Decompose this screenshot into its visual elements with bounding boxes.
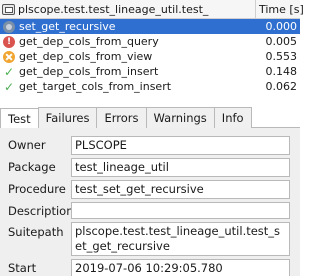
table-row[interactable]: ✓ get_target_cols_from_insert 0.062 [0, 79, 300, 94]
tab-errors[interactable]: Errors [96, 107, 147, 128]
test-name: set_get_recursive [19, 20, 116, 33]
test-time: 0.062 [265, 80, 298, 93]
results-rows: set_get_recursive 0.000 ! get_dep_cols_f… [0, 19, 300, 94]
package-label: Package [8, 160, 56, 174]
error-icon: ! [3, 35, 15, 48]
description-field[interactable] [71, 202, 290, 219]
description-label: Description [8, 204, 74, 218]
suitepath-field[interactable]: plscope.test.test_lineage_util.test_set_… [71, 222, 290, 256]
tab-failures[interactable]: Failures [37, 107, 98, 128]
test-name: get_dep_cols_from_query [19, 35, 159, 48]
table-row[interactable]: get_dep_cols_from_view 0.553 [0, 49, 300, 64]
success-icon: ✓ [3, 65, 15, 78]
results-header: plscope.test.test_lineage_util.test_ Tim… [0, 0, 304, 19]
warning-icon [3, 50, 15, 63]
procedure-field[interactable]: test_set_get_recursive [71, 180, 290, 199]
test-name: get_dep_cols_from_insert [19, 65, 159, 78]
test-name-cell: ✓ get_target_cols_from_insert [0, 80, 256, 93]
test-name-cell: ✓ get_dep_cols_from_insert [0, 65, 256, 78]
table-row[interactable]: ! get_dep_cols_from_query 0.005 [0, 34, 300, 49]
package-field[interactable]: test_lineage_util [71, 158, 290, 177]
procedure-label: Procedure [8, 182, 66, 196]
test-results-table: plscope.test.test_lineage_util.test_ Tim… [0, 0, 304, 100]
column-header-test[interactable]: plscope.test.test_lineage_util.test_ [0, 0, 256, 18]
owner-label: Owner [8, 138, 46, 152]
owner-field[interactable]: PLSCOPE [71, 136, 290, 155]
test-time: 0.148 [265, 65, 298, 78]
test-name: get_dep_cols_from_view [19, 50, 153, 63]
status-icon [3, 20, 15, 33]
test-time: 0.000 [265, 20, 298, 33]
column-header-time-label: Time [s] [259, 2, 304, 16]
test-details-panel: Owner PLSCOPE Package test_lineage_util … [0, 128, 300, 276]
table-row[interactable]: ✓ get_dep_cols_from_insert 0.148 [0, 64, 300, 79]
test-name-cell: ! get_dep_cols_from_query [0, 35, 256, 48]
test-name-cell: set_get_recursive [0, 20, 256, 33]
column-header-time[interactable]: Time [s] [256, 0, 304, 18]
column-header-test-label: plscope.test.test_lineage_util.test_ [18, 2, 209, 16]
tab-info[interactable]: Info [213, 107, 252, 128]
detail-tabs: Test Failures Errors Warnings Info [0, 107, 300, 129]
suitepath-label: Suitepath [8, 225, 64, 239]
table-row[interactable]: set_get_recursive 0.000 [0, 19, 300, 34]
test-time: 0.553 [265, 50, 298, 63]
success-icon: ✓ [3, 80, 15, 93]
suite-icon [2, 3, 15, 15]
test-name-cell: get_dep_cols_from_view [0, 50, 256, 63]
test-time: 0.005 [265, 35, 298, 48]
test-name: get_target_cols_from_insert [19, 80, 172, 93]
start-label: Start [8, 261, 37, 275]
start-field[interactable]: 2019-07-06 10:29:05.780 [71, 259, 290, 276]
tab-test[interactable]: Test [0, 108, 39, 129]
tab-warnings[interactable]: Warnings [145, 107, 215, 128]
